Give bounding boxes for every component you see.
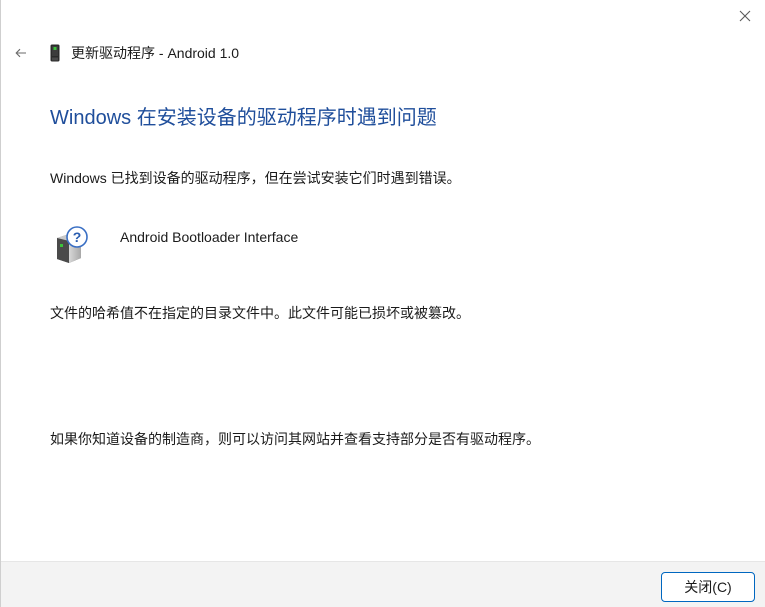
advice-text: 如果你知道设备的制造商，则可以访问其网站并查看支持部分是否有驱动程序。 (50, 431, 540, 447)
device-name: Android Bootloader Interface (120, 229, 299, 245)
unknown-device-icon: ? (51, 224, 93, 266)
device-row: ? Android Bootloader Interface (51, 224, 298, 266)
close-button[interactable]: 关闭(C) (661, 572, 755, 602)
header: 更新驱动程序 - Android 1.0 (13, 42, 239, 64)
usb-device-icon (47, 44, 63, 62)
back-button[interactable] (13, 45, 29, 61)
driver-update-window: 更新驱动程序 - Android 1.0 Windows 在安装设备的驱动程序时… (0, 0, 765, 607)
dialog-title: 更新驱动程序 - Android 1.0 (71, 45, 240, 61)
error-text: 文件的哈希值不在指定的目录文件中。此文件可能已损坏或被篡改。 (50, 305, 470, 321)
close-icon (739, 10, 751, 22)
back-arrow-icon (15, 48, 26, 58)
found-driver-text: Windows 已找到设备的驱动程序，但在尝试安装它们时遇到错误。 (50, 170, 461, 186)
window-close-button[interactable] (735, 6, 755, 26)
footer-bar: 关闭(C) (1, 561, 765, 607)
svg-text:?: ? (73, 229, 82, 245)
page-heading: Windows 在安装设备的驱动程序时遇到问题 (50, 107, 437, 129)
